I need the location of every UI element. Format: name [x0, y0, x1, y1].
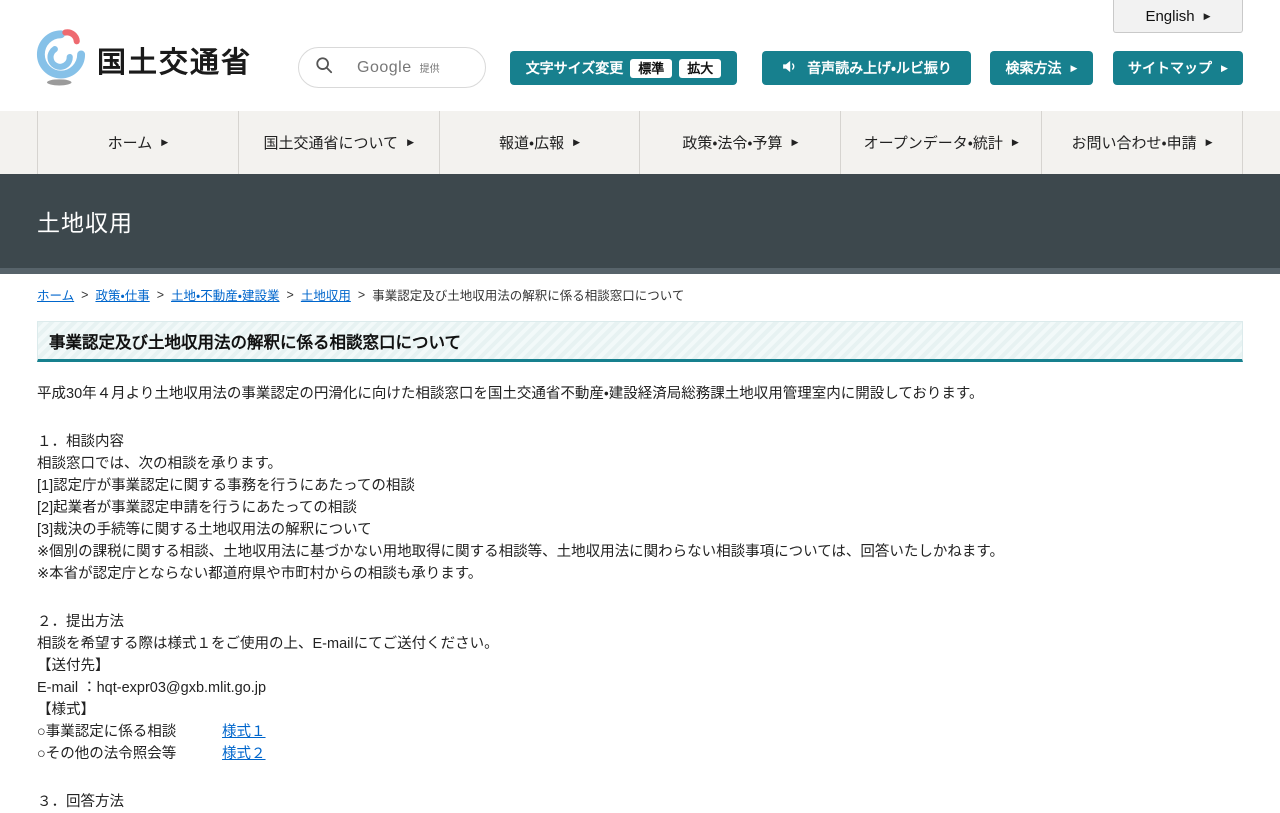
nav-item-policy[interactable]: 政策・法令・予算 ▶	[639, 111, 840, 174]
font-size-standard-button[interactable]: 標準	[630, 58, 673, 78]
breadcrumb-link-home[interactable]: ホーム	[37, 285, 74, 304]
breadcrumb-link-policy-work[interactable]: 政策・仕事	[95, 285, 149, 304]
chevron-right-icon: ▶	[1011, 137, 1019, 147]
email-address-line: E-mail ：hqt-expr03@gxb.mlit.go.jp	[37, 680, 267, 696]
breadcrumb-separator: >	[156, 287, 165, 302]
nav-item-label: お問い合わせ・申請	[1071, 135, 1197, 152]
nav-item-open-data[interactable]: オープンデータ・統計 ▶	[840, 111, 1041, 174]
site-header: 国土交通省 Google 提供 文字サイズ変更 標準 拡大 音声読み上げ・ルビ振…	[0, 0, 1280, 111]
section1-line: ※本省が認定庁とならない都道府県や市町村からの相談も承ります。	[37, 566, 483, 582]
chevron-right-icon: ▶	[1205, 137, 1213, 147]
search-icon	[315, 56, 333, 79]
mlit-logo[interactable]: 国土交通省	[33, 28, 252, 91]
breadcrumb-current: 事業認定及び土地収用法の解釈に係る相談窓口について	[372, 289, 685, 303]
nav-item-home[interactable]: ホーム ▶	[37, 111, 238, 174]
english-button[interactable]: English ▶	[1113, 0, 1243, 33]
chevron-right-icon: ▶	[791, 137, 799, 147]
category-banner: 土地収用	[0, 174, 1280, 268]
section1-heading: １．相談内容	[37, 434, 124, 450]
chevron-right-icon: ▶	[407, 137, 414, 147]
page-title: 事業認定及び土地収用法の解釈に係る相談窓口について	[49, 334, 462, 352]
nav-item-press[interactable]: 報道・広報 ▶	[438, 111, 640, 174]
english-label: English	[1145, 7, 1195, 25]
section2-heading: ２．提出方法	[37, 614, 124, 630]
chevron-right-icon: ▶	[573, 137, 581, 147]
nav-item-label: ホーム	[107, 135, 153, 152]
site-search-input[interactable]: Google 提供	[298, 47, 486, 88]
section2-line: 【様式】	[37, 702, 95, 718]
section1-line: ※個別の課税に関する相談、土地収用法に基づかない用地取得に関する相談等、土地収用…	[37, 544, 1004, 560]
global-nav-inner: ホーム ▶ 国土交通省について ▶ 報道・広報 ▶ 政策・法令・予算 ▶ オープ…	[37, 111, 1243, 174]
nav-item-label: 報道・広報	[499, 135, 565, 152]
breadcrumb: ホーム > 政策・仕事 > 土地・不動産・建設業 > 土地収用 > 事業認定及び…	[37, 285, 1243, 304]
chevron-right-icon: ▶	[1221, 62, 1228, 73]
section1-line: [1]認定庁が事業認定に関する事務を行うにあたっての相談	[37, 478, 415, 494]
nav-item-label: 政策・法令・予算	[682, 135, 783, 152]
form-row-1: ○事業認定に係る相談 様式１	[37, 721, 1243, 743]
speaker-icon	[781, 58, 798, 78]
search-method-button[interactable]: 検索方法 ▶	[990, 51, 1093, 85]
font-size-changer: 文字サイズ変更 標準 拡大	[510, 51, 737, 85]
article-body: 平成30年４月より土地収用法の事業認定の円滑化に向けた相談窓口を国土交通省不動産…	[37, 383, 1243, 813]
banner-bottom-strip	[0, 268, 1280, 274]
chevron-right-icon: ▶	[161, 137, 169, 147]
search-method-label: 検索方法	[1005, 60, 1062, 76]
font-size-large-button[interactable]: 拡大	[679, 58, 722, 78]
breadcrumb-link-land-realestate[interactable]: 土地・不動産・建設業	[171, 285, 280, 304]
nav-item-about-mlit[interactable]: 国土交通省について ▶	[237, 111, 439, 174]
form-row-label: ○その他の法令照会等	[37, 746, 177, 762]
intro-paragraph: 平成30年４月より土地収用法の事業認定の円滑化に向けた相談窓口を国土交通省不動産…	[37, 386, 984, 402]
speech-reading-label: 音声読み上げ・ルビ振り	[807, 60, 952, 76]
search-engine-label: Google	[357, 58, 412, 76]
section1-line: [2]起業者が事業認定申請を行うにあたっての相談	[37, 500, 357, 516]
nav-item-label: オープンデータ・統計	[863, 135, 1003, 152]
breadcrumb-separator: >	[286, 287, 294, 302]
main-content: ホーム > 政策・仕事 > 土地・不動産・建設業 > 土地収用 > 事業認定及び…	[37, 285, 1243, 813]
nav-item-contact[interactable]: お問い合わせ・申請 ▶	[1041, 111, 1243, 174]
section2-line: 相談を希望する際は様式１をご使用の上、E-mailにてご送付ください。	[37, 636, 499, 652]
chevron-right-icon: ▶	[1203, 10, 1211, 21]
page-title-box: 事業認定及び土地収用法の解釈に係る相談窓口について	[37, 321, 1243, 362]
breadcrumb-separator: >	[357, 287, 366, 302]
form2-link[interactable]: 様式２	[222, 746, 266, 762]
section1-line: 相談窓口では、次の相談を承ります。	[37, 456, 283, 472]
breadcrumb-separator: >	[81, 287, 89, 302]
font-size-label: 文字サイズ変更	[525, 60, 624, 76]
sitemap-label: サイトマップ	[1128, 60, 1213, 76]
mlit-logo-icon	[33, 28, 89, 91]
section1-line: [3]裁決の手続等に関する土地収用法の解釈について	[37, 522, 372, 538]
nav-item-label: 国土交通省について	[263, 135, 399, 152]
chevron-right-icon: ▶	[1070, 62, 1078, 73]
global-nav: ホーム ▶ 国土交通省について ▶ 報道・広報 ▶ 政策・法令・予算 ▶ オープ…	[0, 111, 1280, 174]
section3-heading: ３．回答方法	[37, 794, 124, 810]
form1-link[interactable]: 様式１	[222, 724, 266, 740]
sitemap-button[interactable]: サイトマップ ▶	[1113, 51, 1243, 85]
speech-reading-button[interactable]: 音声読み上げ・ルビ振り	[762, 51, 971, 85]
form-row-2: ○その他の法令照会等 様式２	[37, 743, 1243, 765]
section2-line: 【送付先】	[37, 658, 110, 674]
breadcrumb-link-land-expropriation[interactable]: 土地収用	[301, 285, 351, 304]
site-name: 国土交通省	[97, 46, 253, 79]
search-provided-label: 提供	[419, 64, 440, 75]
form-row-label: ○事業認定に係る相談	[37, 724, 177, 740]
category-title: 土地収用	[37, 210, 133, 236]
